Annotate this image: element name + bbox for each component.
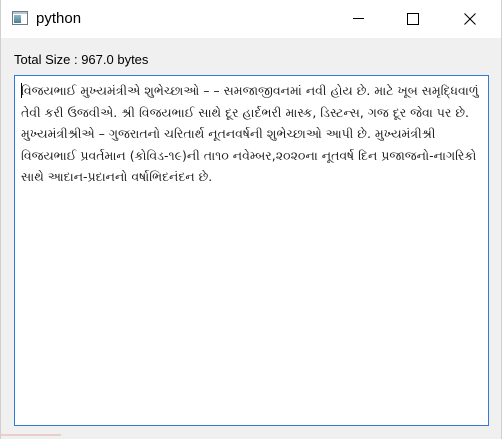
total-size-label: Total Size : 967.0 bytes (14, 52, 149, 67)
python-window-icon (12, 11, 28, 25)
title-bar[interactable]: python (1, 0, 501, 38)
window-bottom-edge (1, 434, 61, 436)
text-edit-area[interactable]: વિજયભાઈ મુખ્યમંત્રીએ શુભેચ્છાઓ – – સમજાજ… (14, 75, 489, 426)
app-window: python Total Size : 967.0 bytes વિજયભાઈ … (0, 0, 502, 439)
close-icon (464, 13, 476, 25)
maximize-icon (407, 13, 419, 25)
minimize-button[interactable] (335, 0, 381, 38)
minimize-icon (353, 18, 364, 19)
window-title: python (36, 10, 82, 27)
close-button[interactable] (447, 0, 493, 38)
maximize-button[interactable] (389, 0, 435, 38)
text-content: વિજયભાઈ મુખ્યમંત્રીએ શુભેચ્છાઓ – – સમજાજ… (21, 83, 479, 184)
